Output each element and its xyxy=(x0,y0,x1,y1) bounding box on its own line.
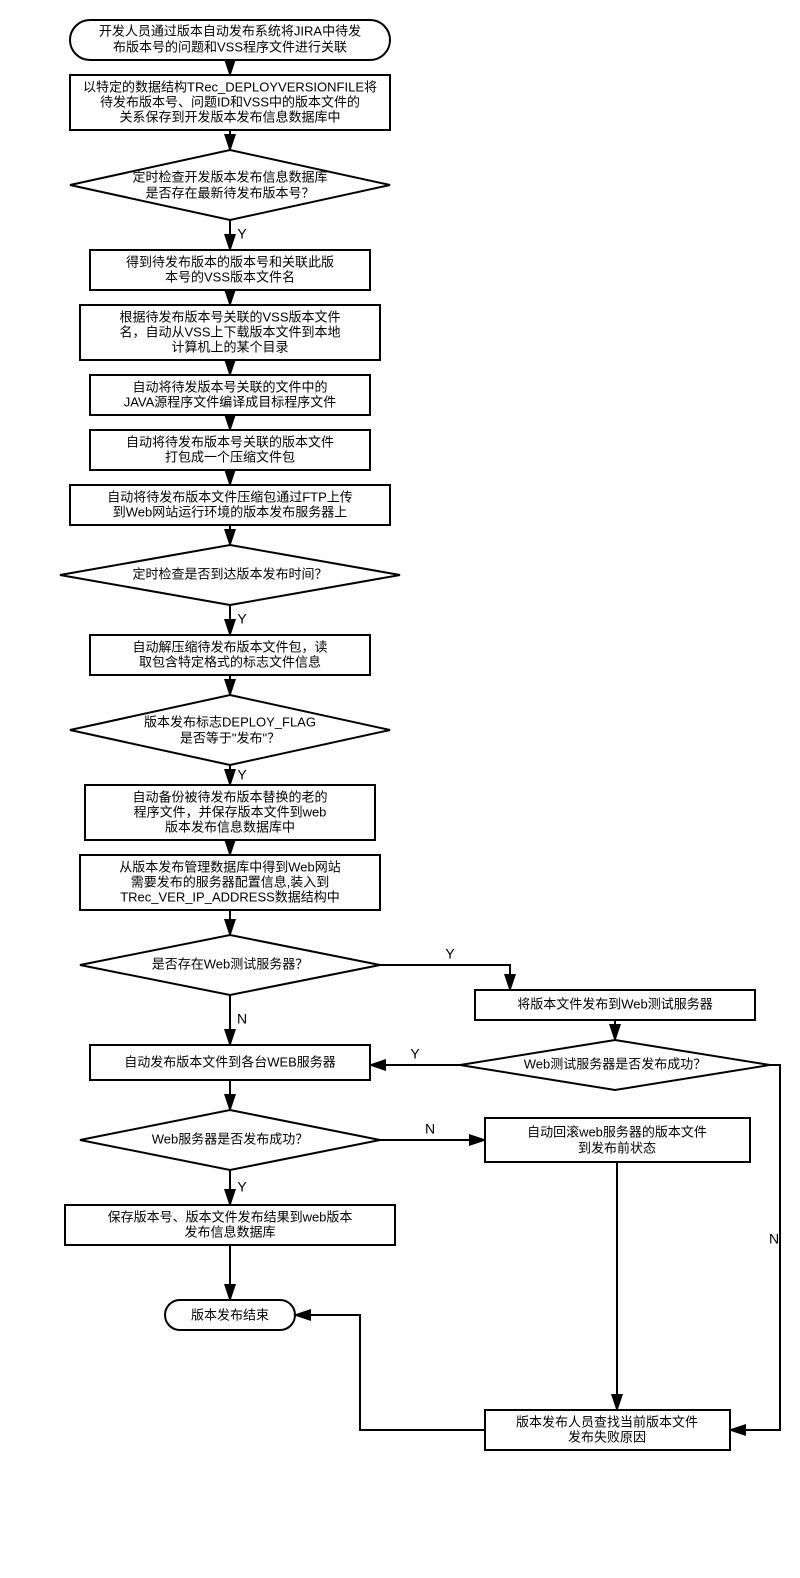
svg-text:Y: Y xyxy=(237,767,247,783)
svg-text:自动解压缩待发布版本文件包，读: 自动解压缩待发布版本文件包，读 xyxy=(132,639,327,654)
node-start: 开发人员通过版本自动发布系统将JIRA中待发 布版本号的问题和VSS程序文件进行… xyxy=(70,20,390,60)
svg-text:Y: Y xyxy=(410,1046,420,1062)
svg-text:将版本文件发布到Web测试服务器: 将版本文件发布到Web测试服务器 xyxy=(517,996,713,1011)
svg-text:是否存在最新待发布版本号？: 是否存在最新待发布版本号？ xyxy=(145,185,314,200)
svg-text:是否存在Web测试服务器？: 是否存在Web测试服务器？ xyxy=(152,956,309,971)
node-compile: 自动将待发版本号关联的文件中的 JAVA源程序文件编译成目标程序文件 xyxy=(90,375,370,415)
svg-text:待发布版本号、问题ID和VSS中的版本文件的: 待发布版本号、问题ID和VSS中的版本文件的 xyxy=(100,94,360,109)
node-package: 自动将待发布版本号关联的版本文件 打包成一个压缩文件包 xyxy=(90,430,370,470)
node-test-success: Web测试服务器是否发布成功？ xyxy=(460,1040,770,1090)
svg-text:Y: Y xyxy=(237,611,247,627)
svg-text:到Web网站运行环境的版本发布服务器上: 到Web网站运行环境的版本发布服务器上 xyxy=(113,504,348,519)
node-unzip: 自动解压缩待发布版本文件包，读 取包含特定格式的标志文件信息 xyxy=(90,635,370,675)
svg-text:到发布前状态: 到发布前状态 xyxy=(578,1140,656,1155)
svg-text:定时检查是否到达版本发布时间？: 定时检查是否到达版本发布时间？ xyxy=(132,566,327,581)
svg-text:Web服务器是否发布成功？: Web服务器是否发布成功？ xyxy=(152,1131,309,1146)
svg-text:TRec_VER_IP_ADDRESS数据结构中: TRec_VER_IP_ADDRESS数据结构中 xyxy=(120,889,340,904)
svg-text:名，自动从VSS上下载版本文件到本地: 名，自动从VSS上下载版本文件到本地 xyxy=(119,324,340,339)
svg-text:是否等于"发布"？: 是否等于"发布"？ xyxy=(180,730,280,745)
svg-text:关系保存到开发版本发布信息数据库中: 关系保存到开发版本发布信息数据库中 xyxy=(119,109,340,124)
svg-text:程序文件，并保存版本文件到web: 程序文件，并保存版本文件到web xyxy=(134,804,327,819)
svg-text:自动回滚web服务器的版本文件: 自动回滚web服务器的版本文件 xyxy=(527,1124,707,1139)
node-check-db: 定时检查开发版本发布信息数据库 是否存在最新待发布版本号？ xyxy=(70,150,390,220)
svg-text:N: N xyxy=(769,1231,779,1247)
svg-text:自动将待发布版本号关联的版本文件: 自动将待发布版本号关联的版本文件 xyxy=(126,434,334,449)
node-check-time: 定时检查是否到达版本发布时间？ xyxy=(60,545,400,605)
svg-text:开发人员通过版本自动发布系统将JIRA中待发: 开发人员通过版本自动发布系统将JIRA中待发 xyxy=(99,23,361,38)
svg-text:取包含特定格式的标志文件信息: 取包含特定格式的标志文件信息 xyxy=(139,654,321,669)
svg-text:根据待发布版本号关联的VSS版本文件: 根据待发布版本号关联的VSS版本文件 xyxy=(119,309,340,324)
node-get-version: 得到待发布版本的版本号和关联此版 本号的VSS版本文件名 xyxy=(90,250,370,290)
svg-text:发布失败原因: 发布失败原因 xyxy=(568,1429,646,1444)
svg-text:版本发布结束: 版本发布结束 xyxy=(191,1307,269,1322)
svg-text:布版本号的问题和VSS程序文件进行关联: 布版本号的问题和VSS程序文件进行关联 xyxy=(113,39,347,54)
svg-text:以特定的数据结构TRec_DEPLOYVERSIONFILE: 以特定的数据结构TRec_DEPLOYVERSIONFILE将 xyxy=(83,79,377,94)
node-get-config: 从版本发布管理数据库中得到Web网站 需要发布的服务器配置信息,装入到 TRec… xyxy=(80,855,380,910)
node-download-vss: 根据待发布版本号关联的VSS版本文件 名，自动从VSS上下载版本文件到本地 计算… xyxy=(80,305,380,360)
svg-text:自动将待发布版本文件压缩包通过FTP上传: 自动将待发布版本文件压缩包通过FTP上传 xyxy=(107,489,353,504)
node-find-reason: 版本发布人员查找当前版本文件 发布失败原因 xyxy=(485,1410,730,1450)
node-ftp-upload: 自动将待发布版本文件压缩包通过FTP上传 到Web网站运行环境的版本发布服务器上 xyxy=(70,485,390,525)
svg-text:版本发布信息数据库中: 版本发布信息数据库中 xyxy=(165,819,295,834)
node-web-success: Web服务器是否发布成功？ xyxy=(80,1110,380,1170)
svg-text:Web测试服务器是否发布成功？: Web测试服务器是否发布成功？ xyxy=(524,1056,707,1071)
node-backup: 自动备份被待发布版本替换的老的 程序文件，并保存版本文件到web 版本发布信息数… xyxy=(85,785,375,840)
svg-text:计算机上的某个目录: 计算机上的某个目录 xyxy=(171,339,288,354)
svg-text:N: N xyxy=(237,1011,247,1027)
svg-text:本号的VSS版本文件名: 本号的VSS版本文件名 xyxy=(165,269,295,284)
svg-text:需要发布的服务器配置信息,装入到: 需要发布的服务器配置信息,装入到 xyxy=(131,874,330,889)
svg-text:JAVA源程序文件编译成目标程序文件: JAVA源程序文件编译成目标程序文件 xyxy=(124,394,337,409)
svg-text:Y: Y xyxy=(445,946,455,962)
node-deploy-test: 将版本文件发布到Web测试服务器 xyxy=(475,990,755,1020)
svg-text:定时检查开发版本发布信息数据库: 定时检查开发版本发布信息数据库 xyxy=(132,169,327,184)
svg-text:自动将待发版本号关联的文件中的: 自动将待发版本号关联的文件中的 xyxy=(132,379,327,394)
svg-text:自动发布版本文件到各台WEB服务器: 自动发布版本文件到各台WEB服务器 xyxy=(124,1054,336,1069)
node-check-flag: 版本发布标志DEPLOY_FLAG 是否等于"发布"？ xyxy=(70,695,390,765)
node-save-relation: 以特定的数据结构TRec_DEPLOYVERSIONFILE将 待发布版本号、问… xyxy=(70,75,390,130)
svg-text:Y: Y xyxy=(237,1179,247,1195)
svg-text:打包成一个压缩文件包: 打包成一个压缩文件包 xyxy=(165,449,295,464)
svg-text:得到待发布版本的版本号和关联此版: 得到待发布版本的版本号和关联此版 xyxy=(126,254,334,269)
svg-text:从版本发布管理数据库中得到Web网站: 从版本发布管理数据库中得到Web网站 xyxy=(119,859,341,874)
node-deploy-web: 自动发布版本文件到各台WEB服务器 xyxy=(90,1045,370,1080)
svg-text:自动备份被待发布版本替换的老的: 自动备份被待发布版本替换的老的 xyxy=(132,789,327,804)
node-test-server-exists: 是否存在Web测试服务器？ xyxy=(80,935,380,995)
svg-text:发布信息数据库: 发布信息数据库 xyxy=(184,1224,275,1239)
node-rollback: 自动回滚web服务器的版本文件 到发布前状态 xyxy=(485,1118,750,1162)
svg-text:保存版本号、版本文件发布结果到web版本: 保存版本号、版本文件发布结果到web版本 xyxy=(108,1209,353,1224)
svg-text:Y: Y xyxy=(237,226,247,242)
svg-text:N: N xyxy=(425,1121,435,1137)
svg-text:版本发布标志DEPLOY_FLAG: 版本发布标志DEPLOY_FLAG xyxy=(144,714,316,729)
node-save-result: 保存版本号、版本文件发布结果到web版本 发布信息数据库 xyxy=(65,1205,395,1245)
svg-text:版本发布人员查找当前版本文件: 版本发布人员查找当前版本文件 xyxy=(516,1414,698,1429)
node-end: 版本发布结束 xyxy=(165,1300,295,1330)
